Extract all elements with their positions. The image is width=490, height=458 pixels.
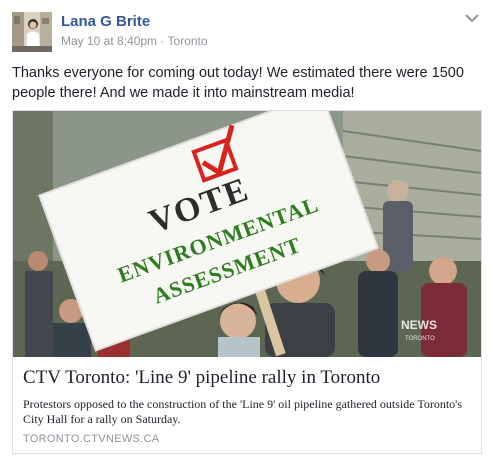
link-preview-body[interactable]: CTV Toronto: 'Line 9' pipeline rally in … — [13, 357, 481, 453]
link-domain: TORONTO.CTVNEWS.CA — [23, 433, 160, 445]
post-text: Thanks everyone for coming out today! We… — [12, 65, 464, 101]
link-preview-image[interactable]: VOTE ENVIRONMENTAL ASSESSMENT NEWS TORON… — [13, 111, 481, 357]
ctv-toronto-watermark: TORONTO — [405, 336, 435, 342]
chevron-down-icon[interactable] — [464, 12, 480, 24]
author-name[interactable]: Lana G Brite — [61, 13, 150, 30]
ctv-news-watermark: NEWS — [401, 318, 437, 332]
avatar-photo — [12, 12, 52, 52]
post-timestamp[interactable]: May 10 at 8:40pm — [61, 34, 157, 48]
link-title[interactable]: CTV Toronto: 'Line 9' pipeline rally in … — [23, 367, 473, 389]
rally-photo: VOTE ENVIRONMENTAL ASSESSMENT NEWS TORON… — [13, 111, 481, 357]
post-meta: May 10 at 8:40pm · Toronto — [61, 34, 208, 48]
post-location[interactable]: Toronto — [168, 34, 208, 48]
avatar[interactable] — [12, 12, 52, 52]
feed-post: Lana G Brite May 10 at 8:40pm · Toronto … — [0, 0, 490, 458]
meta-separator: · — [160, 34, 165, 48]
link-preview-card[interactable]: VOTE ENVIRONMENTAL ASSESSMENT NEWS TORON… — [12, 110, 482, 454]
link-description: Protestors opposed to the construction o… — [23, 397, 463, 426]
